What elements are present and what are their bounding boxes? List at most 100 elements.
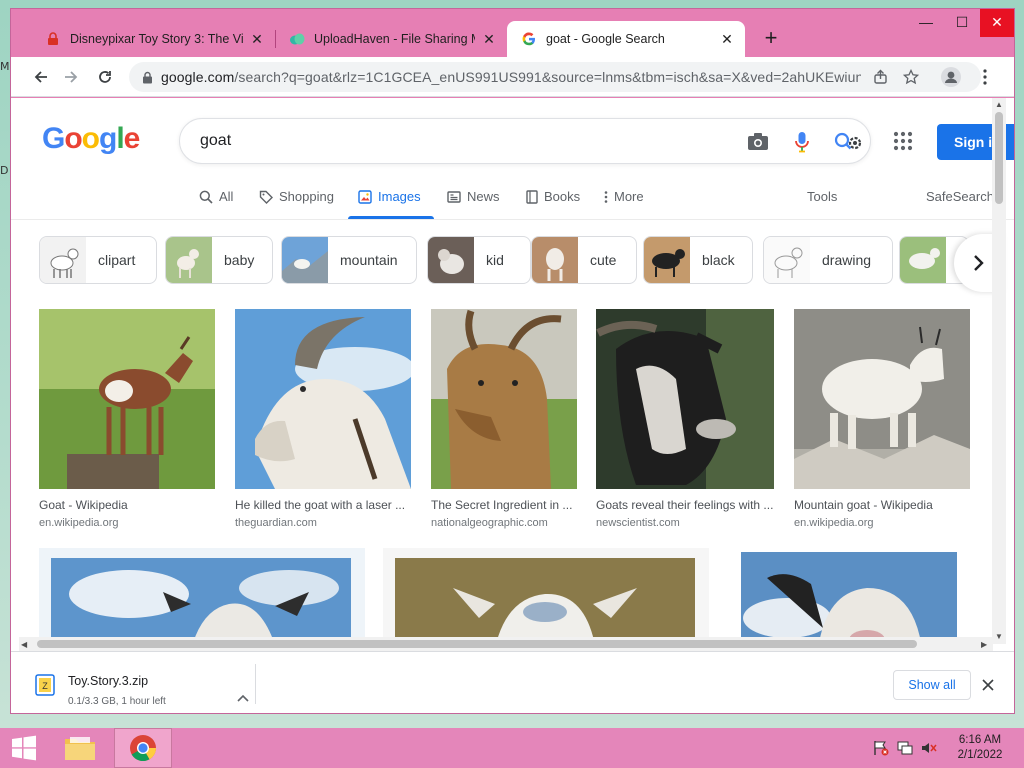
profile-avatar-icon[interactable] [941,67,961,87]
search-settings-icon[interactable] [832,130,866,154]
chip-thumbnail [644,237,690,283]
window-close-button[interactable]: ✕ [980,9,1014,37]
close-download-bar-icon[interactable] [979,676,997,694]
result-title[interactable]: Goats reveal their feelings with ... [596,498,774,512]
chevron-up-icon[interactable] [235,690,251,706]
chip-thumbnail [282,237,328,283]
horizontal-scrollbar[interactable]: ◀ ▶ [19,637,993,651]
page-content: Google goat Sign in All Shopping Images … [11,98,1014,658]
logo-letter: g [99,122,117,155]
result-source: theguardian.com [235,517,317,529]
result-title[interactable]: Mountain goat - Wikipedia [794,498,970,512]
scroll-left-arrow-icon[interactable]: ◀ [21,640,27,649]
news-icon [447,190,461,203]
chip-cute[interactable]: cute [531,236,637,284]
tab-news[interactable]: News [447,189,500,204]
tab-google-search[interactable]: goat - Google Search ✕ [507,21,745,57]
minimize-button[interactable]: — [909,9,943,37]
image-result[interactable]: Mountain goat - Wikipedia en.wikipedia.o… [794,309,970,529]
tab-close-icon[interactable]: ✕ [719,31,735,47]
tab-books[interactable]: Books [526,189,580,204]
search-input[interactable]: goat [200,132,231,150]
scroll-up-arrow-icon[interactable]: ▲ [995,100,1003,109]
share-icon[interactable] [871,67,891,87]
microphone-icon[interactable] [790,130,814,154]
tab-close-icon[interactable]: ✕ [249,31,265,47]
show-all-downloads-button[interactable]: Show all [893,670,971,700]
search-box[interactable]: goat [179,118,871,164]
browser-menu-button[interactable] [971,63,999,91]
tab-all[interactable]: All [199,189,233,204]
new-tab-button[interactable]: + [757,25,785,53]
google-apps-icon[interactable] [893,131,915,153]
result-image[interactable] [39,309,215,489]
chip-drawing[interactable]: drawing [763,236,893,284]
result-title[interactable]: He killed the goat with a laser ... [235,498,411,512]
reload-icon [99,71,111,83]
chip-label: baby [224,252,255,268]
browser-toolbar: google.com/search?q=goat&rlz=1C1GCEA_enU… [11,57,1014,97]
image-result[interactable]: The Secret Ingredient in ... nationalgeo… [431,309,577,529]
chip-kid[interactable]: kid [427,236,531,284]
tab-title: goat - Google Search [546,32,665,46]
forward-arrow-icon [65,71,78,83]
result-image[interactable] [235,309,411,489]
tab-images[interactable]: Images [358,189,421,204]
image-result[interactable]: Goat - Wikipedia en.wikipedia.org [39,309,215,529]
result-image[interactable] [431,309,577,489]
vertical-scroll-thumb[interactable] [995,112,1003,204]
tab-all-label: All [219,189,234,204]
maximize-button[interactable]: ☐ [945,9,979,37]
windows-logo-icon [12,735,36,761]
result-title[interactable]: The Secret Ingredient in ... [431,498,577,512]
chip-black[interactable]: black [643,236,753,284]
lock-icon[interactable] [137,67,157,87]
vertical-scrollbar[interactable]: ▲ ▼ [992,98,1006,644]
google-logo[interactable]: Google [42,122,141,156]
tab-more[interactable]: More [604,189,644,204]
tab-close-icon[interactable]: ✕ [481,31,497,47]
camera-icon[interactable] [746,130,770,154]
safesearch-button[interactable]: SafeSearch [926,189,994,204]
desktop-icon-fragment: M [0,60,10,73]
horizontal-scroll-thumb[interactable] [37,640,917,648]
result-image[interactable] [596,309,774,489]
volume-muted-icon[interactable] [920,740,938,756]
result-image[interactable] [794,309,970,489]
chip-baby[interactable]: baby [165,236,273,284]
logo-letter: e [123,122,141,155]
image-result[interactable]: Goats reveal their feelings with ... new… [596,309,774,529]
scroll-down-arrow-icon[interactable]: ▼ [995,632,1003,641]
chip-thumbnail [40,237,86,283]
chip-thumbnail [166,237,212,283]
download-filename: Toy.Story.3.zip [68,674,149,688]
back-arrow-icon [34,71,47,83]
download-bar: Z Toy.Story.3.zip 0.1/3.3 GB, 1 hour lef… [11,651,1014,713]
system-clock[interactable]: 6:16 AM 2/1/2022 [948,733,1012,763]
tab-uploadhaven[interactable]: UploadHaven - File Sharing Made ✕ [275,21,507,57]
network-icon[interactable] [896,740,914,756]
tools-button[interactable]: Tools [807,189,837,204]
back-button[interactable] [27,63,55,91]
result-source: en.wikipedia.org [794,517,874,529]
google-g-icon [521,31,537,47]
address-bar[interactable]: google.com/search?q=goat&rlz=1C1GCEA_enU… [129,62,981,92]
download-item[interactable]: Z Toy.Story.3.zip 0.1/3.3 GB, 1 hour lef… [23,660,255,707]
file-explorer-button[interactable] [58,728,102,768]
result-source: nationalgeographic.com [431,517,548,529]
chip-clipart[interactable]: clipart [39,236,157,284]
tab-toy-story[interactable]: Disneypixar Toy Story 3: The Vide ✕ [31,21,275,57]
tab-shopping[interactable]: Shopping [259,189,334,204]
chip-mountain[interactable]: mountain [281,236,417,284]
bookmark-star-icon[interactable] [901,67,921,87]
result-title[interactable]: Goat - Wikipedia [39,498,215,512]
action-center-flag-icon[interactable] [872,740,890,756]
start-button[interactable] [0,728,48,768]
image-result[interactable]: He killed the goat with a laser ... theg… [235,309,411,529]
tab-strip: Disneypixar Toy Story 3: The Vide ✕ Uplo… [11,9,1014,57]
reload-button[interactable] [91,63,119,91]
chip-label: mountain [340,252,398,268]
chrome-taskbar-button[interactable] [114,728,172,768]
scroll-right-arrow-icon[interactable]: ▶ [981,640,987,649]
forward-button[interactable] [57,63,85,91]
